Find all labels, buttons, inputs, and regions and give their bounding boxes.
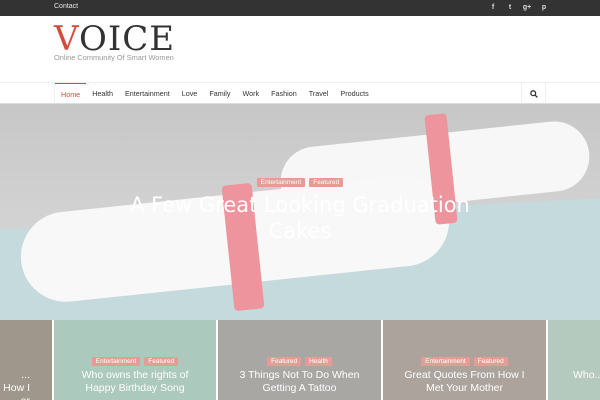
google-plus-icon[interactable]: g+ (523, 2, 531, 13)
post-card[interactable]: Featured Health 3 Things Not To Do When Ge… (218, 320, 381, 400)
hero-title[interactable]: A Few Great Looking Graduation Cakes (100, 192, 500, 244)
twitter-icon[interactable]: t (506, 2, 514, 13)
facebook-icon[interactable]: f (489, 2, 497, 13)
social-links: f t g+ p (489, 2, 548, 13)
search-button[interactable] (521, 83, 545, 104)
nav-item-fashion[interactable]: Fashion (265, 83, 303, 104)
nav-item-travel[interactable]: Travel (303, 83, 335, 104)
nav-items: Home Health Entertainment Love Family Work Fas… (55, 83, 375, 104)
post-card-title[interactable]: 3 Things Not To Do When Getting A Tattoo (218, 369, 381, 395)
post-card[interactable]: Entertainment Featured Great Quotes From H… (383, 320, 546, 400)
nav-item-health[interactable]: Health (86, 83, 119, 104)
tag-badge[interactable]: Featured (144, 357, 179, 366)
tag-badge[interactable]: Entertainment (91, 357, 141, 366)
tag-badge[interactable]: Featured (473, 357, 508, 366)
pinterest-icon[interactable]: p (540, 2, 548, 13)
tag-badge[interactable]: Entertainment (421, 357, 470, 366)
featured-strip: ... How I ...erEntertainmentFeaturedWho … (0, 320, 600, 400)
post-card-title[interactable]: Great Quotes From How I Met Your Mother (383, 369, 546, 395)
contact-link[interactable]: Contact (54, 3, 78, 10)
post-card[interactable]: Who... (548, 320, 600, 400)
tag-badge[interactable]: Entertainment (256, 178, 306, 187)
site-tagline: Online Community Of Smart Women (54, 53, 174, 62)
post-card-tags: Entertainment Featured (54, 357, 216, 366)
nav-item-work[interactable]: Work (236, 83, 265, 104)
post-card-overlay (548, 320, 600, 400)
post-card-title[interactable]: Who owns the rights of Happy Birthday So… (54, 369, 216, 395)
post-card[interactable]: ... How I ...er (0, 320, 52, 400)
tag-badge[interactable]: Featured (267, 357, 302, 366)
nav-item-entertainment[interactable]: Entertainment (119, 83, 176, 104)
hero-tags: Entertainment Featured (0, 178, 600, 187)
post-card-tags: Featured Health (218, 357, 381, 366)
hero-slider[interactable]: Entertainment Featured A Few Great Looki… (0, 104, 600, 320)
post-card-tags: Entertainment Featured (383, 357, 546, 366)
nav-item-products[interactable]: Products (334, 83, 374, 104)
post-card-title[interactable]: ... How I ...er (0, 369, 52, 400)
tag-badge[interactable]: Featured (309, 178, 344, 187)
search-icon (529, 89, 538, 98)
top-bar: Contact f t g+ p (0, 0, 600, 16)
nav-item-family[interactable]: Family (203, 83, 236, 104)
nav-item-love[interactable]: Love (176, 83, 204, 104)
main-nav: Home Health Entertainment Love Family Work Fas… (0, 82, 600, 104)
post-card[interactable]: Entertainment Featured Who owns the rights… (54, 320, 216, 400)
tag-badge[interactable]: Health (305, 357, 332, 366)
nav-item-home[interactable]: Home (55, 83, 87, 104)
post-card-title[interactable]: Who... (548, 369, 600, 382)
site-header: VOICE Online Community Of Smart Women (0, 16, 600, 82)
nav-inner: Home Health Entertainment Love Family Work Fas… (54, 83, 546, 104)
